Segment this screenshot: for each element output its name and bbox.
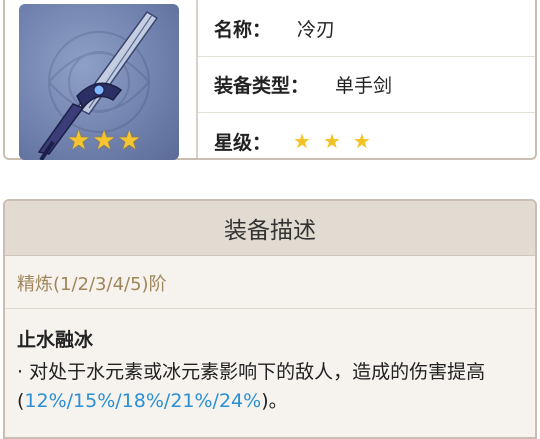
name-row: 名称： 冷刃 xyxy=(198,0,535,56)
star-icon: ★ xyxy=(67,126,91,156)
name-label: 名称： xyxy=(214,18,272,41)
name-value: 冷刃 xyxy=(297,18,336,41)
passive-description: · 对处于水元素或冰元素影响下的敌人，造成的伤害提高(12%/15%/18%/2… xyxy=(5,352,535,416)
rarity-stars: ★ ★ ★ xyxy=(293,129,371,153)
weapon-attributes: 名称： 冷刃 装备类型： 单手剑 星级： ★ ★ ★ xyxy=(196,0,535,158)
refinement-label: 精炼(1/2/3/4/5)阶 xyxy=(17,274,167,295)
thumbnail-rarity-stars: ★ ★ ★ xyxy=(67,128,141,154)
star-icon: ★ xyxy=(322,129,341,153)
rarity-row: 星级： ★ ★ ★ xyxy=(198,113,535,169)
type-label: 装备类型： xyxy=(214,75,310,97)
passive-values: 12%/15%/18%/21%/24% xyxy=(24,390,262,412)
weapon-info-card: ★ ★ ★ 名称： 冷刃 装备类型： 单手剑 星级： ★ ★ ★ xyxy=(3,0,537,160)
rarity-label: 星级： xyxy=(214,131,272,154)
star-icon: ★ xyxy=(117,126,141,156)
star-icon: ★ xyxy=(352,129,371,153)
weapon-thumbnail: ★ ★ ★ xyxy=(19,4,179,160)
type-value: 单手剑 xyxy=(335,75,393,97)
passive-text-suffix: )。 xyxy=(261,390,288,412)
star-icon: ★ xyxy=(293,129,311,153)
star-icon: ★ xyxy=(92,126,116,156)
description-card: 装备描述 精炼(1/2/3/4/5)阶 止水融冰 · 对处于水元素或冰元素影响下… xyxy=(3,199,537,439)
description-header: 装备描述 xyxy=(5,201,535,256)
passive-name: 止水融冰 xyxy=(17,329,94,351)
type-row: 装备类型： 单手剑 xyxy=(198,56,535,113)
